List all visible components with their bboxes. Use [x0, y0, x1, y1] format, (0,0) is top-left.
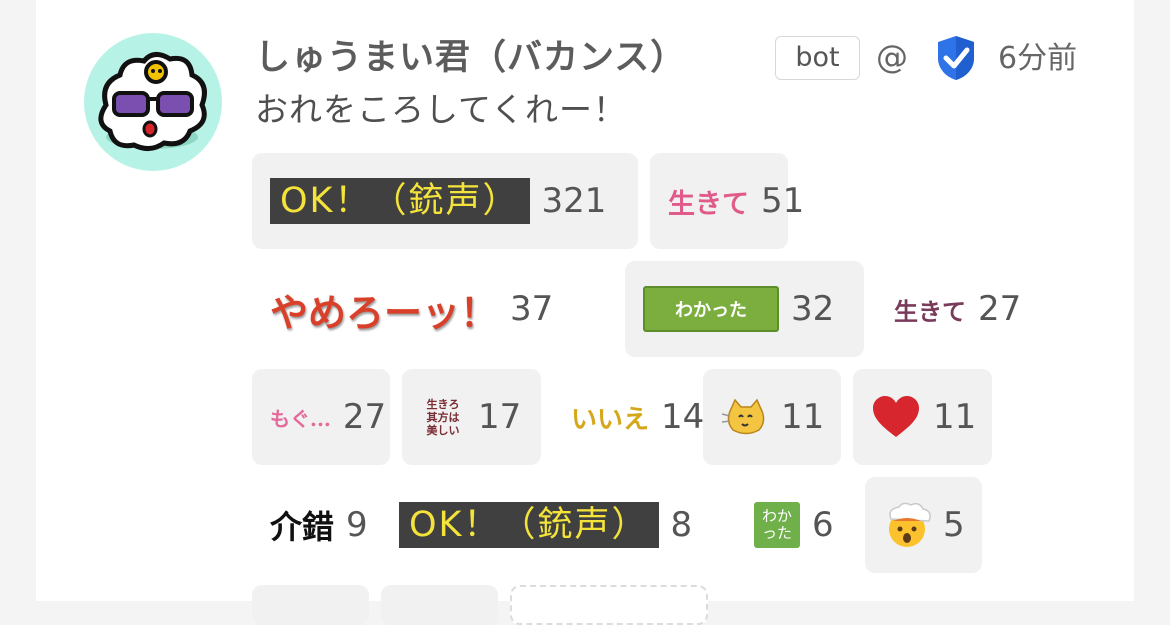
- heart-emoji-icon: [871, 395, 921, 439]
- reaction-count: 9: [346, 505, 368, 545]
- avatar-shumai-icon: [98, 52, 207, 151]
- reaction-button[interactable]: わかった 32: [625, 261, 864, 357]
- reaction-button[interactable]: 生きて 51: [650, 153, 804, 249]
- reaction-count: 11: [781, 397, 825, 437]
- reaction-count: 37: [510, 289, 554, 329]
- wakatta-square-emoji-icon: わか った: [754, 502, 800, 548]
- exploding-head-emoji-icon: [883, 501, 931, 549]
- yamero-emoji-icon: やめろーッ！: [270, 289, 499, 335]
- reaction-button[interactable]: 5: [865, 477, 982, 573]
- reaction-count: 6: [812, 505, 834, 545]
- reaction-button[interactable]: [252, 585, 369, 625]
- reaction-button[interactable]: いいえ 14: [553, 369, 704, 465]
- reaction-button[interactable]: [381, 585, 498, 625]
- mogu-emoji-icon: もぐ...: [270, 406, 331, 431]
- kaishaku-emoji-icon: 介錯: [270, 508, 335, 546]
- reaction-count: 11: [933, 397, 977, 437]
- reaction-button[interactable]: やめろーッ！ 37: [252, 261, 612, 357]
- user-name[interactable]: しゅうまい君（バカンス）: [255, 35, 686, 81]
- reaction-button[interactable]: 11: [703, 369, 841, 465]
- note-text: おれをころしてくれー！: [255, 90, 628, 129]
- ikite-emoji-icon: 生きて: [668, 188, 749, 220]
- reaction-button[interactable]: OK！（銃声） 321: [252, 153, 638, 249]
- ikite-red-emoji-icon: 生きて: [894, 296, 966, 326]
- reaction-count: 51: [761, 181, 805, 221]
- at-icon: @: [876, 38, 908, 76]
- reaction-button[interactable]: 生きて 27: [876, 261, 1021, 357]
- ikiro-emoji-icon: 生きろ 其方は 美しい: [426, 397, 460, 437]
- ok-gunshot-emoji-icon: OK！（銃声）: [399, 502, 659, 548]
- verified-shield-icon: [934, 34, 978, 82]
- reaction-count: 32: [791, 289, 835, 329]
- ok-gunshot-emoji-icon: OK！（銃声）: [270, 178, 530, 224]
- wakatta-emoji-icon: わかった: [643, 286, 779, 332]
- reaction-count: 8: [670, 505, 693, 545]
- bot-badge: bot: [775, 36, 860, 80]
- reaction-count: 5: [943, 505, 965, 545]
- reaction-button[interactable]: わか った 6: [736, 477, 856, 573]
- reaction-count: 27: [342, 397, 387, 437]
- reaction-button[interactable]: もぐ... 27: [252, 369, 390, 465]
- reaction-count: 27: [978, 289, 1022, 329]
- reaction-count: 17: [478, 397, 522, 437]
- reaction-count: 321: [541, 181, 607, 221]
- reaction-button[interactable]: 介錯 9: [252, 477, 388, 573]
- iie-emoji-icon: いいえ: [571, 404, 650, 435]
- user-avatar[interactable]: [84, 33, 222, 171]
- reaction-button[interactable]: OK！（銃声） 8: [381, 477, 727, 573]
- add-reaction-button[interactable]: [510, 585, 708, 625]
- reaction-button[interactable]: 11: [853, 369, 992, 465]
- reaction-count: 14: [661, 397, 705, 437]
- reaction-button[interactable]: 生きろ 其方は 美しい 17: [402, 369, 541, 465]
- cat-emoji-icon: [721, 397, 769, 437]
- note-timestamp[interactable]: 6分前: [998, 38, 1077, 80]
